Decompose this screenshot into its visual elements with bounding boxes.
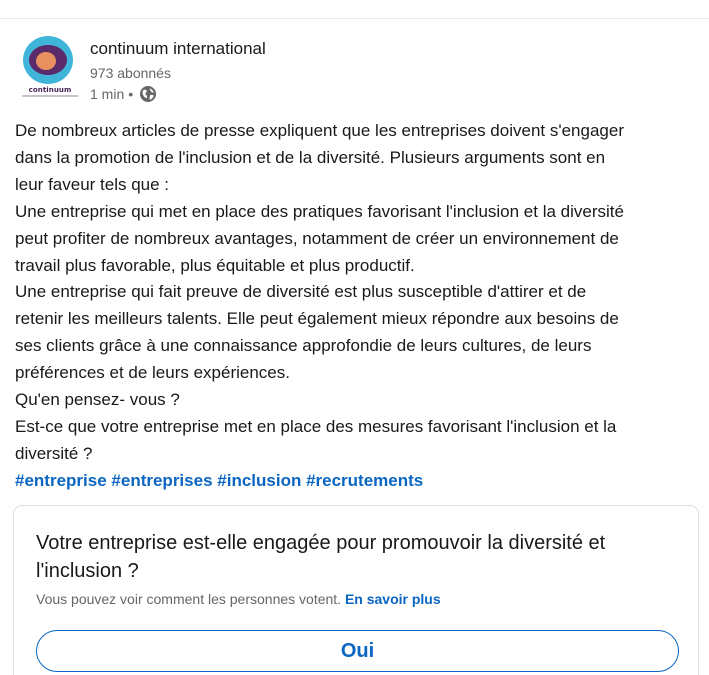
poll-question-line: l'inclusion ? bbox=[36, 560, 139, 582]
post-text-line: Qu'en pensez- vous ? bbox=[15, 390, 180, 410]
post-text-line: retenir les meilleurs talents. Elle peut… bbox=[15, 309, 619, 329]
post-text-line: dans la promotion de l'inclusion et de l… bbox=[15, 147, 606, 167]
post-text-line: Est-ce que votre entreprise met en place… bbox=[15, 416, 617, 436]
logo-wordmark: continuum bbox=[28, 86, 72, 94]
hashtag-link-inclusion[interactable]: #inclusion bbox=[217, 471, 301, 490]
hashtag-link-entreprise[interactable]: #entreprise bbox=[15, 471, 107, 490]
company-logo-icon[interactable]: continuum bbox=[20, 34, 78, 102]
post-meta: 1 min • bbox=[90, 85, 157, 103]
learn-more-link[interactable]: En savoir plus bbox=[345, 591, 441, 607]
hashtag-link-recrutements[interactable]: #recrutements bbox=[306, 471, 423, 490]
meta-separator: • bbox=[128, 86, 134, 102]
poll-question: Votre entreprise est-elle engagée pour p… bbox=[36, 529, 686, 585]
logo-tagline bbox=[22, 95, 78, 97]
poll-card: Votre entreprise est-elle engagée pour p… bbox=[13, 505, 699, 675]
post-text-line: leur faveur tels que : bbox=[15, 174, 170, 194]
post-header: continuum continuum international 973 ab… bbox=[16, 34, 696, 110]
poll-question-line: Votre entreprise est-elle engagée pour p… bbox=[36, 532, 606, 554]
post-card: continuum continuum international 973 ab… bbox=[0, 0, 709, 675]
post-text-line: De nombreux articles de presse expliquen… bbox=[15, 121, 624, 140]
author-name[interactable]: continuum international bbox=[90, 39, 266, 59]
globe-icon bbox=[139, 85, 157, 103]
poll-visibility-note: Vous pouvez voir comment les personnes v… bbox=[36, 591, 441, 607]
hashtag-list: #entreprise #entreprises #inclusion #rec… bbox=[15, 468, 695, 495]
poll-note-text: Vous pouvez voir comment les personnes v… bbox=[36, 591, 342, 607]
post-text-line: Une entreprise qui met en place des prat… bbox=[15, 201, 624, 221]
follower-count: 973 abonnés bbox=[90, 65, 171, 81]
divider bbox=[0, 18, 709, 19]
post-text-line: diversité ? bbox=[15, 443, 93, 463]
post-text-line: travail plus favorable, plus équitable e… bbox=[15, 255, 415, 275]
post-body: De nombreux articles de presse expliquen… bbox=[15, 118, 695, 495]
post-text-line: préférences et de leurs expériences. bbox=[15, 363, 290, 383]
hashtag-link-entreprises[interactable]: #entreprises bbox=[111, 471, 212, 490]
post-time: 1 min bbox=[90, 86, 125, 102]
post-text-line: ses clients grâce à une connaissance app… bbox=[15, 336, 592, 356]
poll-option-oui-button[interactable]: Oui bbox=[36, 630, 679, 672]
post-text-line: Une entreprise qui fait preuve de divers… bbox=[15, 282, 587, 302]
post-text-line: peut profiter de nombreux avantages, not… bbox=[15, 228, 619, 248]
